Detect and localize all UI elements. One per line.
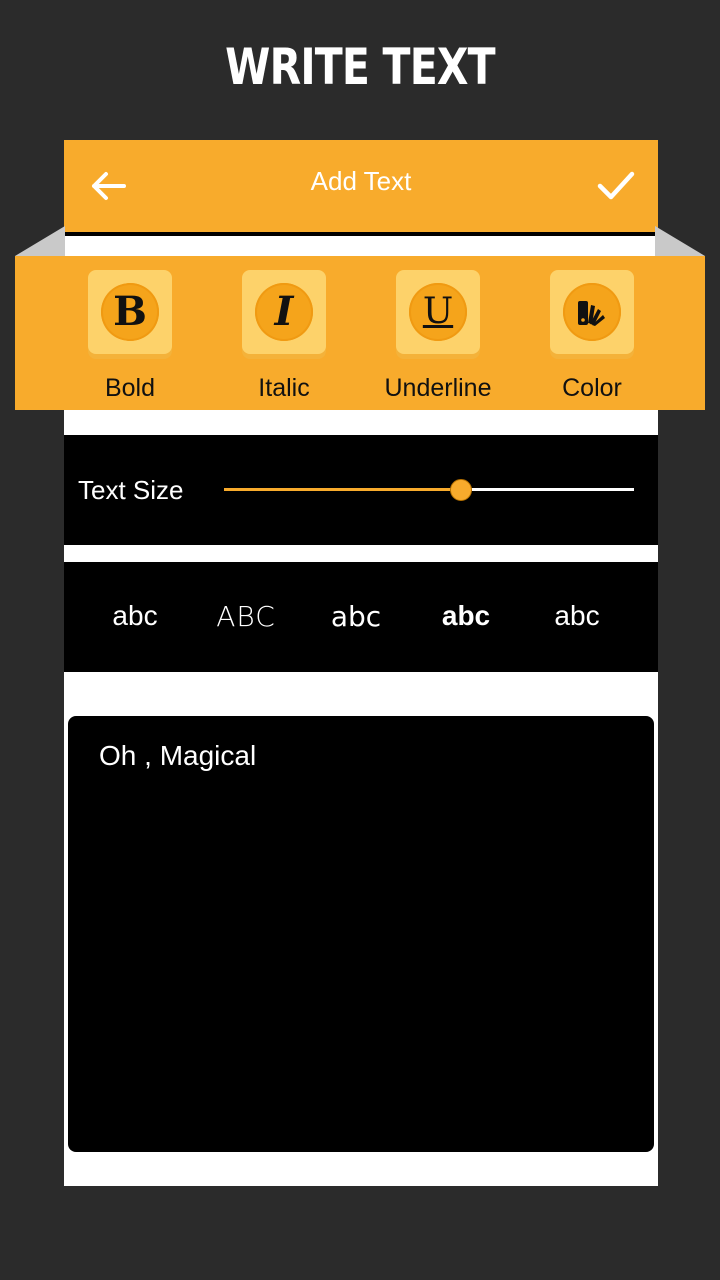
underline-button[interactable]: U Underline — [363, 270, 513, 404]
editor-text[interactable]: Oh , Magical — [99, 740, 256, 772]
text-size-panel: Text Size — [64, 435, 658, 545]
done-button[interactable] — [594, 166, 638, 206]
color-palette-icon — [563, 283, 621, 341]
underline-glyph: U — [422, 291, 454, 332]
italic-icon: I — [255, 283, 313, 341]
checkmark-icon — [597, 171, 635, 200]
italic-tile: I — [242, 270, 326, 354]
font-option[interactable]: ABC — [191, 600, 301, 633]
app-bar: Add Text — [64, 140, 658, 232]
font-option[interactable]: abc — [80, 600, 190, 632]
text-editor[interactable]: Oh , Magical — [68, 716, 654, 1152]
font-picker: abc ABC abc abc abc — [64, 562, 658, 672]
bold-glyph: B — [113, 288, 147, 335]
font-option[interactable]: abc — [411, 600, 521, 632]
color-label: Color — [562, 374, 622, 402]
bold-button[interactable]: B Bold — [55, 270, 205, 404]
italic-button[interactable]: I Italic — [209, 270, 359, 404]
bold-icon: B — [101, 283, 159, 341]
slider-fill — [224, 488, 460, 491]
color-swatch-graphic — [578, 301, 605, 326]
color-button[interactable]: Color — [517, 270, 667, 404]
italic-glyph: I — [274, 288, 294, 335]
text-size-slider[interactable] — [224, 479, 634, 501]
underline-label: Underline — [384, 374, 492, 402]
ribbon-fold-right — [655, 226, 705, 256]
bold-tile: B — [88, 270, 172, 354]
text-style-toolbar: B Bold I Italic U Underline Color — [15, 256, 705, 410]
italic-label: Italic — [258, 374, 310, 402]
font-option[interactable]: abc — [522, 600, 632, 632]
underline-tile: U — [396, 270, 480, 354]
underline-icon: U — [409, 283, 467, 341]
color-tile — [550, 270, 634, 354]
bold-label: Bold — [104, 374, 156, 402]
promo-title: WRITE TEXT — [225, 38, 495, 96]
ribbon-fold-left — [15, 226, 65, 256]
slider-thumb[interactable] — [449, 479, 472, 501]
app-bar-title: Add Text — [310, 166, 412, 196]
app-bar-divider — [64, 232, 658, 236]
text-size-label: Text Size — [78, 475, 184, 505]
font-option[interactable]: abc — [301, 600, 411, 633]
